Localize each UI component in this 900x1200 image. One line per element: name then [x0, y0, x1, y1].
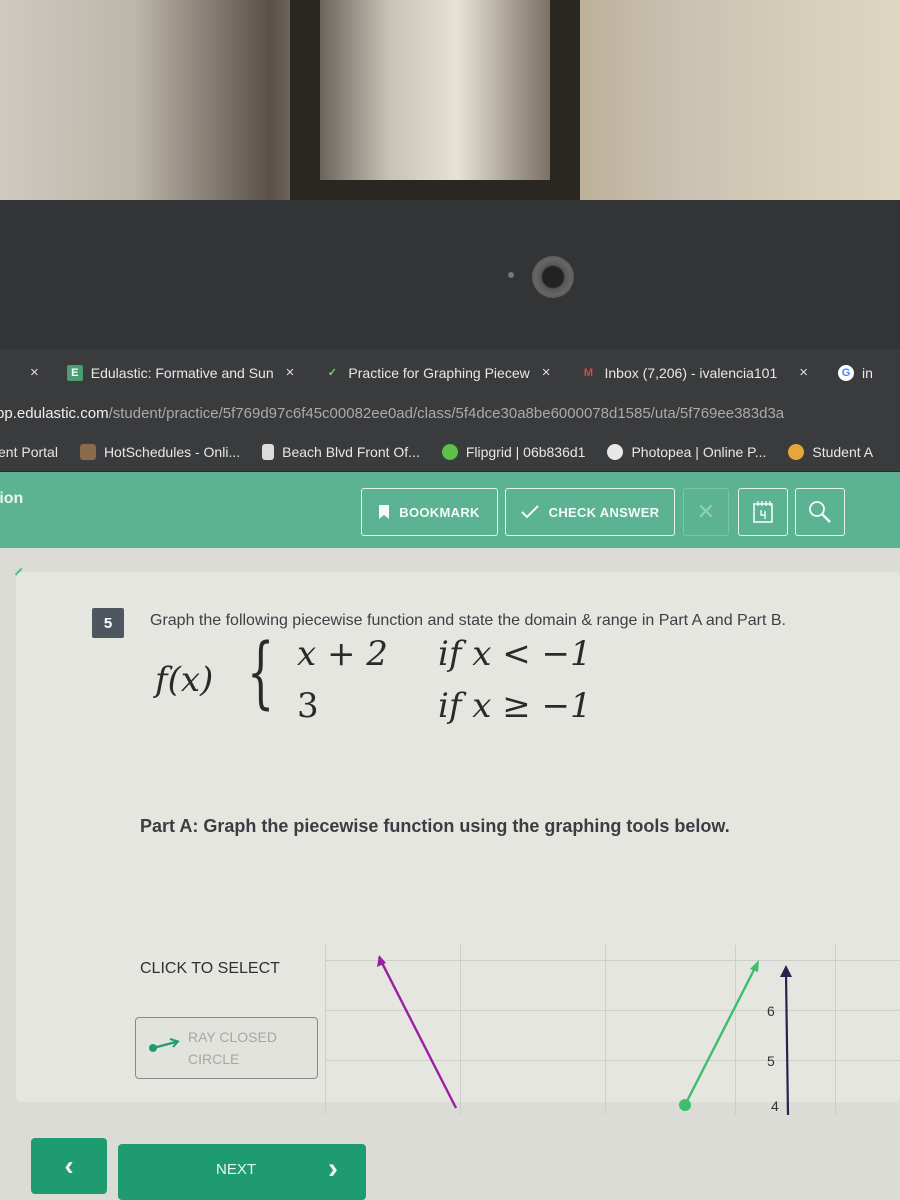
question-number-badge: 5 — [92, 608, 124, 638]
piece-1-condition: if x < −1 — [438, 634, 592, 674]
tab-practice[interactable]: ✓ Practice for Graphing Piecew × — [316, 350, 558, 395]
part-a-instructions: Part A: Graph the piecewise function usi… — [140, 816, 730, 836]
piece-2-condition: if x ≥ −1 — [438, 686, 592, 726]
next-label: NEXT — [216, 1161, 257, 1178]
bookmark-label: Photopea | Online P... — [631, 444, 767, 460]
trello-icon — [262, 444, 275, 460]
next-button[interactable]: NEXT › — [118, 1144, 366, 1200]
tool-label-line-2: CIRCLE — [188, 1051, 240, 1067]
tab-label: in — [862, 364, 873, 381]
tool-select-heading: CLICK TO SELECT — [140, 960, 280, 977]
bookmark-label: Flipgrid | 06b836d1 — [465, 444, 586, 460]
bookmark-flipgrid[interactable]: Flipgrid | 06b836d1 — [441, 444, 586, 460]
edulastic-favicon-icon: E — [66, 364, 83, 381]
check-answer-button[interactable]: CHECK ANSWER — [505, 488, 675, 536]
ray-2-line[interactable] — [683, 963, 759, 1106]
y-tick-label: 4 — [771, 1098, 779, 1114]
bookmark-student[interactable]: Student A — [788, 444, 873, 460]
ray-2-closed-endpoint[interactable] — [679, 1099, 691, 1111]
chevron-left-icon: ‹ — [64, 1150, 74, 1181]
bookmark-icon — [379, 505, 390, 519]
y-tick-label: 5 — [767, 1053, 775, 1069]
brace-symbol: { — [247, 628, 275, 718]
ray-2-arrow — [750, 960, 759, 972]
student-icon — [788, 444, 805, 460]
ray-1-line[interactable] — [377, 956, 458, 1109]
question-prompt: Graph the following piecewise function a… — [150, 612, 786, 629]
tab-gmail[interactable]: M Inbox (7,206) - ivalencia101 × — [572, 350, 816, 395]
graph-canvas[interactable]: 6 5 4 — [325, 945, 900, 1115]
bookmark-label: Student A — [812, 444, 874, 460]
bookmark-hotschedules[interactable]: HotSchedules - Onli... — [79, 444, 241, 460]
function-name: f(x) — [155, 660, 214, 700]
magnifier-icon — [809, 501, 831, 523]
bookmarks-bar: ent Portal HotSchedules - Onli... Beach … — [0, 433, 900, 471]
piece-2-expression: 3 — [297, 686, 319, 726]
tab-edulastic[interactable]: E Edulastic: Formative and Sun × — [59, 350, 303, 395]
url-domain: pp.edulastic.com — [0, 405, 109, 422]
ray-closed-circle-icon — [149, 1038, 180, 1052]
tab-close-icon[interactable]: × — [542, 364, 551, 381]
browser-tab-strip: × E Edulastic: Formative and Sun × ✓ Pra… — [0, 350, 900, 395]
y-axis — [784, 972, 790, 1115]
bookmark-button[interactable]: BOOKMARK — [361, 488, 498, 536]
google-favicon-icon: G — [838, 364, 855, 381]
bookmark-photopea[interactable]: Photopea | Online P... — [607, 444, 766, 460]
checkmark-icon — [520, 505, 539, 519]
laptop-bezel — [0, 200, 900, 360]
clear-answer-button[interactable]: ✕ — [683, 488, 729, 536]
tab-label: Inbox (7,206) - ivalencia101 — [604, 364, 778, 381]
flipgrid-icon — [441, 444, 458, 460]
zoom-button[interactable] — [795, 488, 845, 536]
bookmark-beach-blvd[interactable]: Beach Blvd Front Of... — [262, 444, 420, 460]
address-bar[interactable]: pp.edulastic.com/student/practice/5f769d… — [0, 395, 900, 433]
webcam-indicator — [508, 272, 514, 278]
app-header: tion BOOKMARK CHECK ANSWER ✕ — [0, 472, 900, 548]
hotschedules-icon — [79, 444, 96, 460]
background-doorway — [290, 0, 580, 200]
bookmark-student-portal[interactable]: ent Portal — [0, 444, 58, 460]
bookmark-label: ent Portal — [0, 444, 58, 460]
y-tick-label: 6 — [767, 1003, 775, 1019]
tab-close-icon[interactable]: × — [30, 364, 39, 381]
tool-label: RAY CLOSED CIRCLE — [188, 1026, 277, 1070]
bookmark-label: HotSchedules - Onli... — [103, 444, 241, 460]
chevron-right-icon: › — [328, 1152, 338, 1185]
bookmark-label: BOOKMARK — [399, 504, 480, 520]
y-axis-arrow — [780, 965, 792, 977]
previous-button[interactable]: ‹ — [31, 1138, 107, 1194]
assignment-title: tion — [0, 490, 24, 507]
ray-1-arrow — [377, 955, 386, 967]
tool-label-line-1: RAY CLOSED — [188, 1029, 277, 1045]
gmail-favicon-icon: M — [583, 366, 594, 379]
tab-label: Edulastic: Formative and Sun — [90, 364, 274, 381]
notepad-icon — [753, 501, 773, 523]
check-answer-label: CHECK ANSWER — [548, 504, 660, 520]
bookmark-label: Beach Blvd Front Of... — [282, 444, 420, 460]
webcam — [532, 256, 574, 298]
graph-plot — [377, 955, 792, 1115]
tab-close-icon[interactable]: × — [286, 364, 295, 381]
ray-closed-circle-tool[interactable]: RAY CLOSED CIRCLE — [135, 1017, 318, 1079]
background-room — [0, 0, 900, 205]
practice-favicon-icon: ✓ — [327, 366, 338, 379]
scratchpad-button[interactable] — [738, 488, 788, 536]
tab-close-icon[interactable]: × — [799, 364, 808, 381]
photopea-icon — [607, 444, 624, 460]
close-icon: ✕ — [696, 499, 716, 524]
piece-1-expression: x + 2 — [297, 634, 388, 674]
tab-label: Practice for Graphing Piecew — [348, 364, 530, 381]
tab-previous[interactable]: × — [0, 350, 47, 395]
tab-google[interactable]: G in — [830, 350, 881, 395]
url-path: /student/practice/5f769d97c6f45c00082ee0… — [108, 405, 785, 422]
